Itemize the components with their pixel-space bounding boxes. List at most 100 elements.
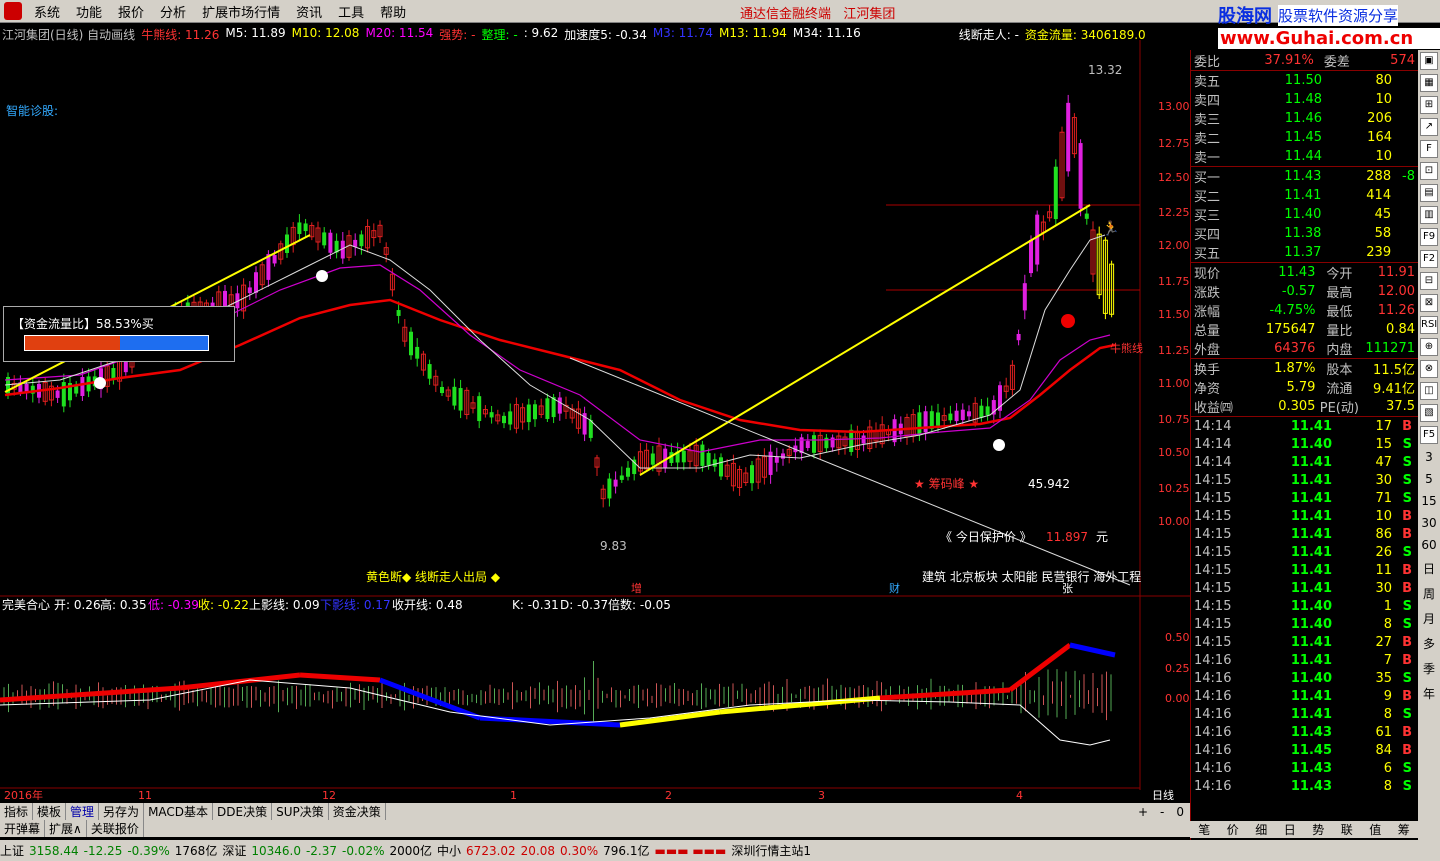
tool-button[interactable]: F (1420, 140, 1438, 158)
tool-button[interactable]: RSI (1420, 316, 1438, 334)
tool-button[interactable]: ▧ (1420, 404, 1438, 422)
tick-list[interactable]: 14:14 11.41 17 B 14:14 11.40 15 S 14:14 11.41 47 S 1… (1191, 417, 1418, 795)
tick-row: 14:16 11.41 8 S (1194, 706, 1412, 722)
sz-index-label: 深证 (222, 844, 247, 858)
tab-save-as[interactable]: 另存为 (99, 803, 145, 820)
tool-button[interactable]: ⊟ (1420, 272, 1438, 290)
candle-body (985, 406, 990, 416)
candle-body (247, 287, 252, 294)
zoom-in-icon[interactable]: + (1132, 805, 1154, 819)
menu-help[interactable]: 帮助 (372, 2, 414, 21)
period-day[interactable]: 日 (1423, 560, 1435, 577)
candle-body (948, 413, 953, 421)
tab-macd[interactable]: MACD基本 (144, 803, 214, 820)
danmaku-button[interactable]: 开弹幕 (0, 820, 46, 837)
candle-body (1066, 102, 1071, 172)
tool-button[interactable]: F2 (1420, 250, 1438, 268)
tab-dde[interactable]: DDE决策 (213, 803, 273, 820)
menu-quote[interactable]: 报价 (110, 2, 152, 21)
panel-tab[interactable]: 筹 (1398, 821, 1410, 838)
period-30min[interactable]: 30 (1421, 516, 1436, 530)
bid-row: 买一 11.43 288 -8 (1194, 169, 1415, 186)
tab-indicator[interactable]: 指标 (0, 803, 34, 820)
tool-button[interactable]: F5 (1420, 426, 1438, 444)
tool-button[interactable]: F9 (1420, 228, 1438, 246)
tool-button[interactable]: ⊕ (1420, 338, 1438, 356)
period-multi[interactable]: 多 (1423, 635, 1435, 652)
candle-body (917, 412, 922, 435)
fund-ratio-box: 【资金流量比】58.53%买 (3, 306, 235, 362)
sz-amount: 2000亿 (389, 844, 433, 858)
tool-button[interactable]: ▥ (1420, 206, 1438, 224)
panel-tab[interactable]: 细 (1255, 821, 1267, 838)
menu-news[interactable]: 资讯 (288, 2, 330, 21)
panel-tab[interactable]: 联 (1341, 821, 1353, 838)
chip-peak-value: 45.942 (1028, 477, 1070, 491)
tab-manage[interactable]: 管理 (66, 803, 100, 820)
candle-body (61, 382, 66, 407)
sector-tags[interactable]: 建筑 北京板块 太阳能 民营银行 海外工程 (922, 569, 1141, 584)
candlestick-series (6, 94, 1115, 508)
ind-multiple: 倍数: -0.05 (608, 597, 671, 612)
server-station[interactable]: 深圳行情主站1 (731, 842, 811, 859)
candle-body (508, 411, 513, 425)
svg-text:12.75: 12.75 (1158, 137, 1190, 150)
tool-button[interactable]: ⊠ (1420, 294, 1438, 312)
candle-body (805, 441, 810, 448)
panel-tab[interactable]: 日 (1284, 821, 1296, 838)
tick-row: 14:15 11.41 11 B (1194, 562, 1412, 578)
bid-levels: 买一 11.43 288 -8 买二 11.41 414 买三 11.40 45 买四 11.38 58… (1191, 167, 1418, 262)
tick-row: 14:15 11.41 30 S (1194, 472, 1412, 488)
panel-tab[interactable]: 值 (1369, 821, 1381, 838)
tool-button[interactable]: ▣ (1420, 52, 1438, 70)
extend-button[interactable]: 扩展∧ (45, 820, 87, 837)
tab-fund[interactable]: 资金决策 (329, 803, 386, 820)
candle-body (533, 404, 537, 420)
menu-ext-market[interactable]: 扩展市场行情 (194, 2, 288, 21)
tab-template[interactable]: 模板 (33, 803, 67, 820)
menu-function[interactable]: 功能 (68, 2, 110, 21)
candle-body (626, 467, 630, 477)
tool-button[interactable]: ⊡ (1420, 162, 1438, 180)
chip-peak-label: ★ 筹码峰 ★ (914, 477, 979, 491)
candle-body (1035, 214, 1040, 265)
tool-button[interactable]: ▤ (1420, 184, 1438, 202)
panel-tab[interactable]: 笔 (1198, 821, 1210, 838)
tool-button[interactable]: ↗ (1420, 118, 1438, 136)
tab-sup[interactable]: SUP决策 (272, 803, 329, 820)
menu-tools[interactable]: 工具 (330, 2, 372, 21)
period-5min[interactable]: 5 (1425, 472, 1433, 486)
candle-body (619, 475, 624, 480)
price-chart[interactable]: 13.32 9.83 智能诊股: ★ 筹码峰 ★ 45.942 《 今日保护价 … (0, 40, 1190, 800)
candle-body (322, 232, 327, 246)
tool-button[interactable]: ⊗ (1420, 360, 1438, 378)
linked-quote-button[interactable]: 关联报价 (87, 820, 144, 837)
tool-button[interactable]: ◫ (1420, 382, 1438, 400)
svg-text:10.00: 10.00 (1158, 515, 1190, 528)
reset-button[interactable]: 0 (1170, 805, 1190, 819)
tool-button[interactable]: ▦ (1420, 74, 1438, 92)
period-60min[interactable]: 60 (1421, 538, 1436, 552)
panel-tab[interactable]: 势 (1312, 821, 1324, 838)
period-15min[interactable]: 15 (1421, 494, 1436, 508)
tick-row: 14:16 11.40 35 S (1194, 670, 1412, 686)
sell-signal-icon (1061, 314, 1075, 328)
period-season[interactable]: 季 (1423, 660, 1435, 677)
app-icon[interactable] (4, 2, 22, 20)
period-year[interactable]: 年 (1423, 685, 1435, 702)
panel-tab[interactable]: 价 (1227, 821, 1239, 838)
menu-system[interactable]: 系统 (26, 2, 68, 21)
menu-analysis[interactable]: 分析 (152, 2, 194, 21)
zoom-out-icon[interactable]: - (1154, 805, 1170, 819)
candle-body (1084, 213, 1089, 219)
svg-text:12.25: 12.25 (1158, 206, 1190, 219)
candle-body (272, 255, 277, 264)
ind-d: D: -0.37 (560, 598, 608, 612)
period-week[interactable]: 周 (1423, 585, 1435, 602)
candle-body (254, 272, 258, 293)
period-1min[interactable]: 3 (1425, 450, 1433, 464)
candle-body (1016, 333, 1021, 341)
tool-button[interactable]: ⊞ (1420, 96, 1438, 114)
period-month[interactable]: 月 (1423, 610, 1435, 627)
ind-upper-shadow: 上影线: 0.09 (249, 598, 320, 612)
